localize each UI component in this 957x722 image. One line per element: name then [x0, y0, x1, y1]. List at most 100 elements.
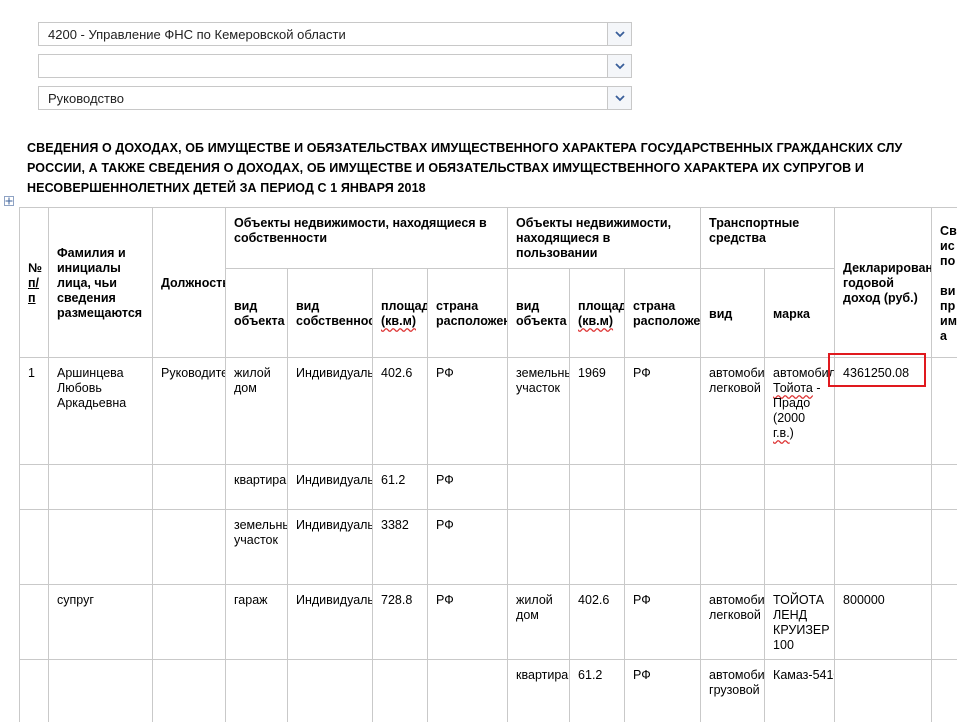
- cell-owned-ownership: Индивидуальная: [287, 464, 373, 510]
- cell-vehicle-kind: автомобиль грузовой: [700, 659, 766, 722]
- cell-name: супруг: [48, 584, 153, 660]
- table-row: земельный участок Индивидуальная 3382 РФ: [19, 509, 957, 585]
- chevron-down-icon: [615, 31, 625, 38]
- department-select[interactable]: 4200 - Управление ФНС по Кемеровской обл…: [38, 22, 632, 46]
- cell-owned-ownership: Индивидуальная: [287, 509, 373, 585]
- cell-income: [834, 464, 933, 510]
- header-used-type: вид объекта: [507, 268, 571, 358]
- cell-number: [19, 584, 49, 660]
- cell-owned-country: РФ: [426, 509, 509, 585]
- header-owned-area: площадь(кв.м): [372, 268, 428, 358]
- cell-vehicle-brand: ТОЙОТА ЛЕНД КРУИЗЕР 100: [764, 584, 836, 660]
- cell-owned-ownership: Индивидуальная: [287, 584, 373, 660]
- table-row: супруг гараж Индивидуальная 728.8 РФ жил…: [19, 584, 957, 660]
- header-income: Декларированный годовой доход (руб.): [834, 207, 933, 358]
- declarations-table: № п/п Фамилия и инициалы лица, чьи сведен…: [19, 207, 957, 722]
- cell-name: Аршинцева Любовь Аркадьевна: [48, 357, 153, 465]
- cell-position: [152, 584, 226, 660]
- header-vehicle-kind: вид: [700, 268, 766, 358]
- department-dropdown-button[interactable]: [607, 23, 631, 45]
- cell-owned-type: [225, 659, 288, 722]
- table-row: 1 Аршинцева Любовь Аркадьевна Руководите…: [19, 357, 957, 465]
- cell-vehicle-kind: [700, 464, 766, 510]
- cell-name: [48, 464, 153, 510]
- category-select-value: Руководство: [48, 91, 124, 106]
- cell-income: [834, 659, 933, 722]
- declarations-table-viewport[interactable]: № п/п Фамилия и инициалы лица, чьи сведен…: [19, 207, 957, 722]
- subdivision-select[interactable]: [38, 54, 632, 78]
- cell-used-country: [624, 464, 702, 510]
- header-used-area: площадь(кв.м): [569, 268, 626, 358]
- cell-owned-area: 728.8: [372, 584, 428, 660]
- cell-used-country: РФ: [624, 584, 702, 660]
- cell-vehicle-brand: Камаз-5410: [764, 659, 836, 722]
- cell-extra: [931, 357, 957, 465]
- category-select[interactable]: Руководство: [38, 86, 632, 110]
- cell-owned-area: 3382: [372, 509, 428, 585]
- header-used-property: Объекты недвижимости, находящиеся в поль…: [507, 207, 702, 269]
- cell-used-area: 1969: [569, 357, 626, 465]
- header-used-country: страна расположения: [624, 268, 702, 358]
- cell-used-type: жилой дом: [507, 584, 571, 660]
- cell-name: [48, 509, 153, 585]
- header-position: Должность: [152, 207, 226, 358]
- cell-owned-area: 61.2: [372, 464, 428, 510]
- cell-position: Руководитель: [152, 357, 226, 465]
- header-extra: Св ис по ви пр им а: [931, 207, 957, 358]
- cell-owned-country: [426, 659, 509, 722]
- cell-number: 1: [19, 357, 49, 465]
- cell-extra: [931, 584, 957, 660]
- cell-number: [19, 464, 49, 510]
- report-title: СВЕДЕНИЯ О ДОХОДАХ, ОБ ИМУЩЕСТВЕ И ОБЯЗА…: [27, 138, 957, 198]
- cell-used-type: [507, 464, 571, 510]
- cell-extra: [931, 509, 957, 585]
- cell-owned-ownership: Индивидуальная: [287, 357, 373, 465]
- table-header-row-1: № п/п Фамилия и инициалы лица, чьи сведен…: [19, 207, 957, 358]
- cell-vehicle-kind: автомобиль легковой: [700, 357, 766, 465]
- header-owned-property: Объекты недвижимости, находящиеся в собс…: [224, 207, 509, 269]
- cell-owned-country: РФ: [426, 464, 509, 510]
- cell-income: 4361250.08: [834, 357, 933, 465]
- cell-position: [152, 509, 226, 585]
- report-title-line-2: РОССИИ, А ТАКЖЕ СВЕДЕНИЯ О ДОХОДАХ, ОБ И…: [27, 161, 864, 175]
- cell-vehicle-brand: [764, 464, 836, 510]
- cell-owned-country: РФ: [426, 584, 509, 660]
- cell-extra: [931, 464, 957, 510]
- subdivision-dropdown-button[interactable]: [607, 55, 631, 77]
- cell-owned-type: квартира: [225, 464, 288, 510]
- cell-used-type: квартира: [507, 659, 571, 722]
- cell-used-type: [507, 509, 571, 585]
- header-owned-type: вид объекта: [225, 268, 288, 358]
- cell-vehicle-brand: [764, 509, 836, 585]
- cell-extra: [931, 659, 957, 722]
- cell-vehicle-kind: автомобиль легковой: [700, 584, 766, 660]
- cell-income: 800000: [834, 584, 933, 660]
- table-row: квартира Индивидуальная 61.2 РФ: [19, 464, 957, 510]
- cell-number: [19, 659, 49, 722]
- chevron-down-icon: [615, 95, 625, 102]
- cell-vehicle-brand: автомобиль Тойота - Прадо (2000 г.в.): [764, 357, 836, 465]
- cell-owned-type: жилой дом: [225, 357, 288, 465]
- header-number: № п/п: [19, 207, 49, 358]
- table-move-handle-icon[interactable]: [4, 196, 14, 206]
- cell-used-country: РФ: [624, 659, 702, 722]
- cell-position: [152, 464, 226, 510]
- category-dropdown-button[interactable]: [607, 87, 631, 109]
- cell-income: [834, 509, 933, 585]
- cell-owned-ownership: [287, 659, 373, 722]
- header-owned-ownership: вид собственности: [287, 268, 373, 358]
- header-owned-country: страна расположения: [426, 268, 509, 358]
- cell-vehicle-kind: [700, 509, 766, 585]
- cell-owned-type: земельный участок: [225, 509, 288, 585]
- header-vehicle-brand: марка: [764, 268, 836, 358]
- table-row: квартира 61.2 РФ автомобиль грузовой Кам…: [19, 659, 957, 722]
- cell-used-area: 402.6: [569, 584, 626, 660]
- cell-name: [48, 659, 153, 722]
- cell-used-type: земельный участок: [507, 357, 571, 465]
- report-title-line-3: НЕСОВЕРШЕННОЛЕТНИХ ДЕТЕЙ ЗА ПЕРИОД С 1 Я…: [27, 181, 426, 195]
- cell-used-area: 61.2: [569, 659, 626, 722]
- report-title-line-1: СВЕДЕНИЯ О ДОХОДАХ, ОБ ИМУЩЕСТВЕ И ОБЯЗА…: [27, 141, 903, 155]
- cell-position: [152, 659, 226, 722]
- cell-owned-area: 402.6: [372, 357, 428, 465]
- cell-used-area: [569, 464, 626, 510]
